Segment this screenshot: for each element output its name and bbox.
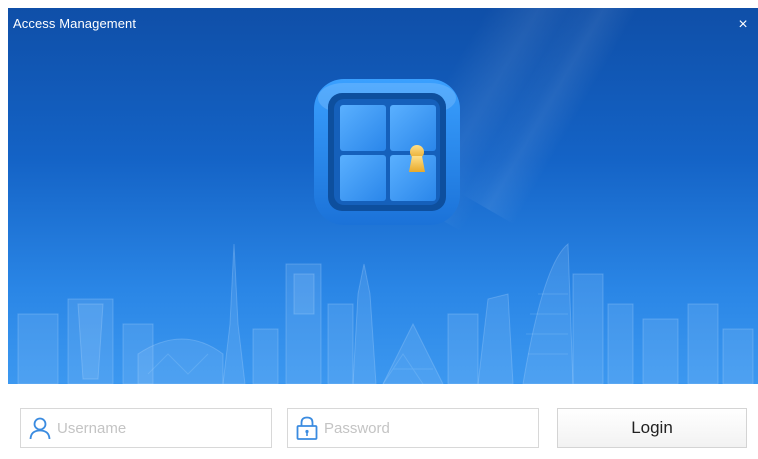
door-keyhole-icon — [314, 79, 460, 225]
city-skyline-decoration — [17, 242, 754, 384]
lock-icon — [296, 416, 318, 440]
password-field[interactable] — [287, 408, 539, 448]
password-input[interactable] — [324, 419, 524, 437]
login-form: Login — [0, 384, 758, 459]
access-management-window: Access Management × Username Login — [0, 0, 758, 459]
login-button[interactable]: Login — [557, 408, 747, 448]
user-icon — [29, 417, 51, 440]
window-title: Access Management — [13, 16, 137, 31]
username-field[interactable] — [20, 408, 272, 448]
close-icon[interactable]: × — [734, 16, 752, 34]
login-banner: Access Management × — [8, 8, 758, 384]
username-input[interactable] — [57, 419, 257, 437]
